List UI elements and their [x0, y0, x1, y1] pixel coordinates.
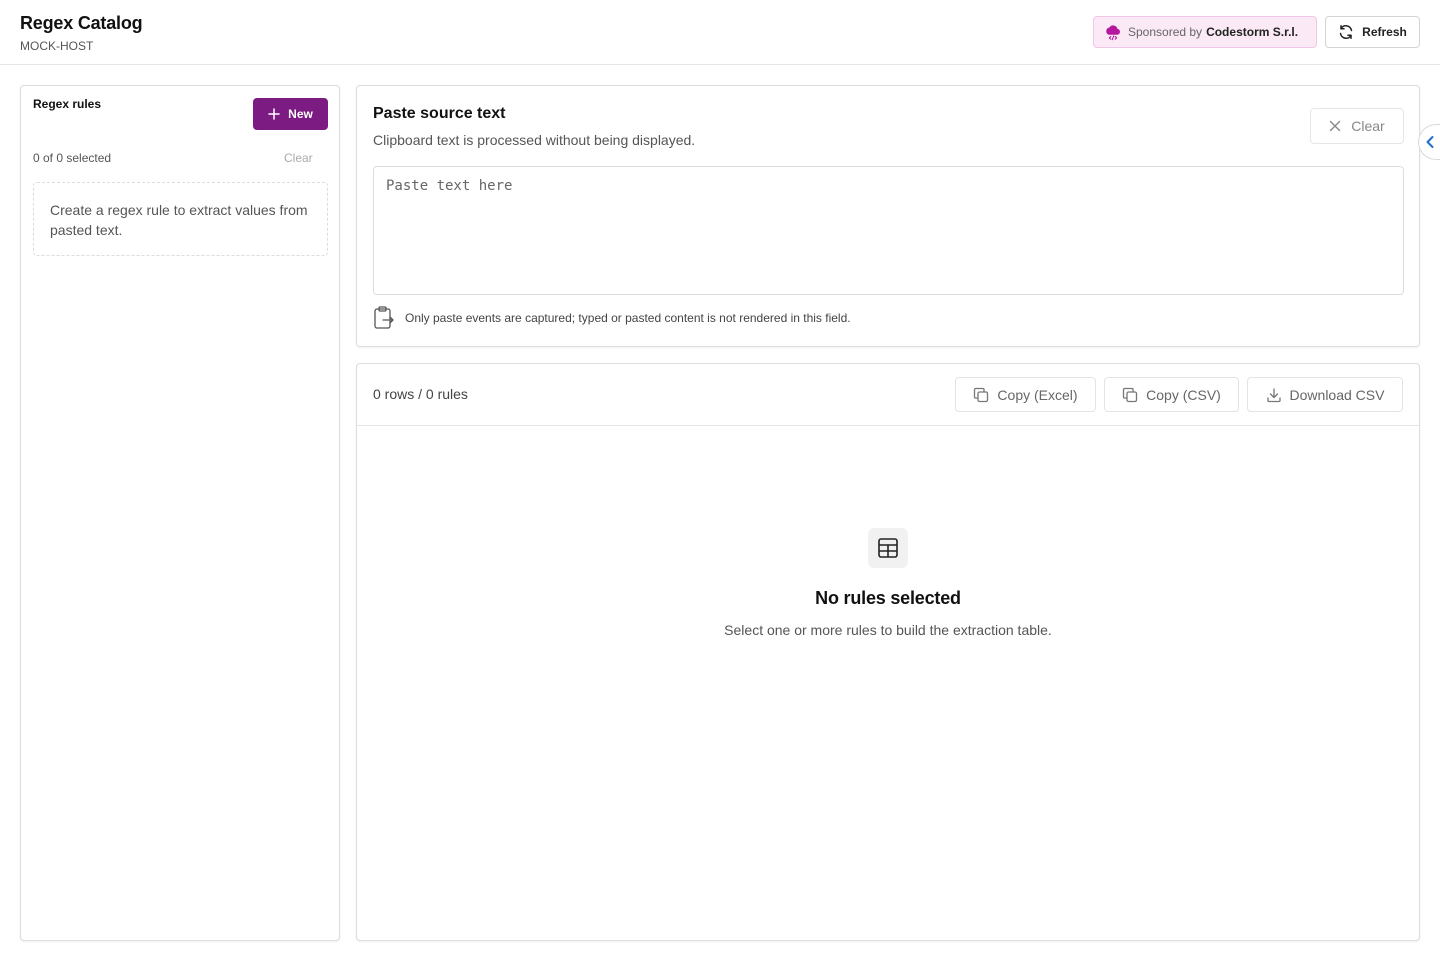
app-header: Regex Catalog MOCK-HOST Sponsored by Cod… [0, 0, 1440, 65]
copy-csv-label: Copy (CSV) [1146, 386, 1221, 403]
clipboard-icon [374, 306, 394, 329]
regex-rules-panel: Regex rules New 0 of 0 selected Clear Cr… [20, 85, 340, 941]
new-rule-button[interactable]: New [253, 98, 328, 130]
close-icon [1330, 120, 1341, 132]
table-icon [878, 538, 898, 558]
plus-icon [268, 108, 280, 120]
selected-count: 0 of 0 selected [33, 151, 112, 165]
source-panel-description: Clipboard text is processed without bein… [373, 132, 696, 148]
results-count: 0 rows / 0 rules [373, 386, 468, 402]
copy-icon [1123, 387, 1138, 402]
empty-state-description: Select one or more rules to build the ex… [724, 622, 1052, 638]
source-panel-title: Paste source text [373, 105, 506, 122]
rules-empty-message: Create a regex rule to extract values fr… [33, 182, 328, 256]
results-panel: 0 rows / 0 rules Copy (Excel) Copy (CSV)… [356, 363, 1420, 941]
copy-excel-label: Copy (Excel) [997, 386, 1078, 403]
chevron-left-icon [1426, 136, 1434, 148]
copy-icon [974, 387, 989, 402]
copy-csv-button[interactable]: Copy (CSV) [1104, 377, 1239, 412]
sidebar-toggle[interactable] [1418, 124, 1440, 160]
download-icon [1266, 387, 1281, 402]
download-csv-label: Download CSV [1289, 386, 1385, 403]
clear-source-label: Clear [1351, 118, 1385, 134]
clear-selection-button[interactable]: Clear [284, 151, 313, 165]
paste-note: Only paste events are captured; typed or… [373, 306, 851, 330]
copy-excel-button[interactable]: Copy (Excel) [955, 377, 1096, 412]
refresh-icon [1339, 25, 1353, 39]
paste-note-text: Only paste events are captured; typed or… [405, 311, 851, 325]
host-name: MOCK-HOST [20, 39, 94, 53]
empty-state-icon-box [868, 528, 908, 568]
refresh-label: Refresh [1362, 25, 1407, 39]
paste-text-area[interactable] [373, 166, 1404, 295]
new-rule-label: New [288, 107, 313, 121]
cloud-code-icon [1106, 25, 1120, 41]
empty-state-title: No rules selected [815, 588, 961, 608]
refresh-button[interactable]: Refresh [1325, 16, 1420, 48]
results-toolbar: 0 rows / 0 rules Copy (Excel) Copy (CSV)… [357, 364, 1419, 426]
sponsor-prefix: Sponsored by [1128, 25, 1203, 39]
clear-source-button[interactable]: Clear [1310, 108, 1404, 144]
sponsor-name: Codestorm S.r.l. [1206, 25, 1299, 39]
sponsor-badge[interactable]: Sponsored by Codestorm S.r.l. [1093, 16, 1317, 48]
download-csv-button[interactable]: Download CSV [1247, 377, 1403, 412]
rules-panel-title: Regex rules [33, 97, 102, 111]
paste-source-panel: Paste source text Clipboard text is proc… [356, 85, 1420, 347]
app-title: Regex Catalog [20, 13, 143, 33]
results-empty-state: No rules selected Select one or more rul… [357, 528, 1419, 638]
